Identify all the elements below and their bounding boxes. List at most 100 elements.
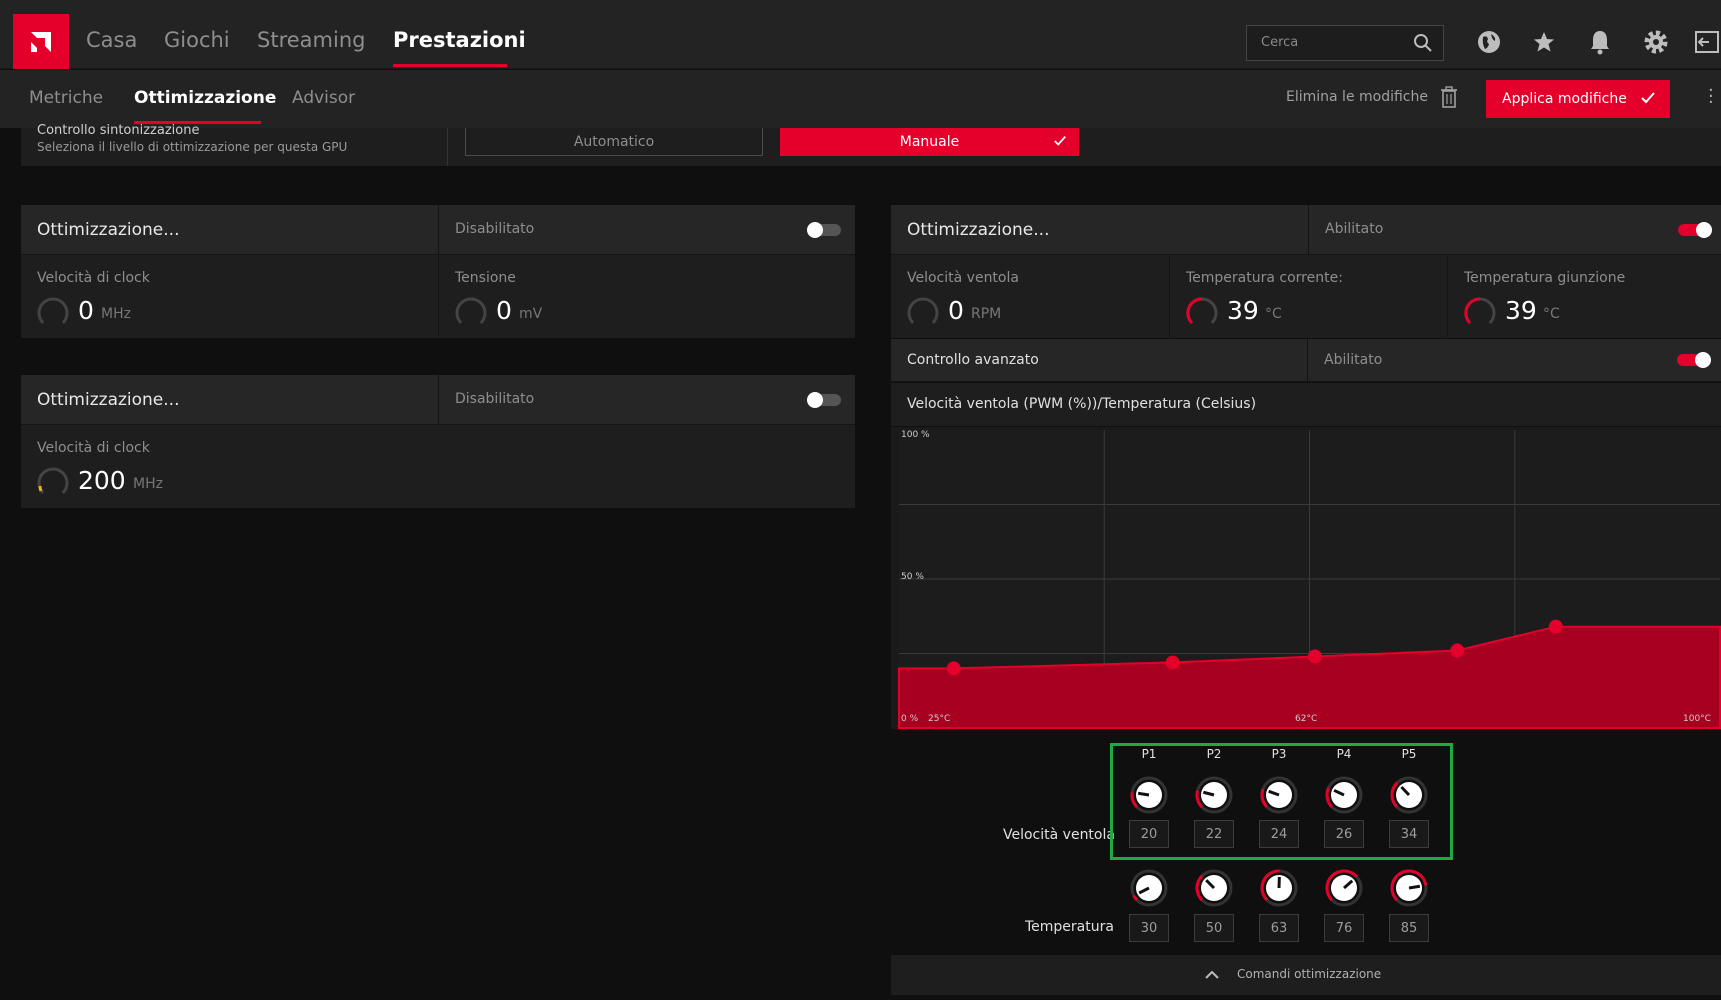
fan-speed-row-label: Velocità ventola [1003, 827, 1115, 843]
panel-title: Ottimizzazione... [907, 220, 1050, 240]
temperature-row-label: Temperatura [1025, 919, 1114, 935]
fan-speed-cell: Velocità ventola 0 RPM [891, 256, 1169, 337]
apply-changes-label: Applica modifiche [1502, 91, 1627, 107]
junction-temp-unit: °C [1543, 306, 1560, 322]
amd-logo-icon[interactable] [13, 14, 69, 69]
junction-temp-label: Temperatura giunzione [1464, 270, 1626, 286]
memory-tuning-toggle[interactable] [807, 392, 841, 408]
exit-icon[interactable] [1695, 29, 1721, 55]
temperature-value-p3[interactable]: 63 [1259, 914, 1299, 942]
automatic-button[interactable]: Automatico [465, 128, 763, 156]
panel-title: Ottimizzazione... [37, 390, 180, 410]
panel-header: Ottimizzazione... [21, 375, 438, 425]
trash-icon[interactable] [1440, 86, 1458, 112]
clock-speed-label: Velocità di clock [37, 270, 150, 286]
memory-clock-unit: MHz [133, 476, 163, 492]
junction-temp-gauge-icon [1464, 297, 1496, 329]
tab-advisor[interactable]: Advisor [292, 88, 355, 108]
advanced-control-row: Controllo avanzato Abilitato [891, 339, 1721, 382]
panel-title: Ottimizzazione... [37, 220, 180, 240]
panel-status: Disabilitato [438, 205, 855, 255]
status-label: Disabilitato [455, 221, 535, 237]
temperature-value-p4[interactable]: 76 [1324, 914, 1364, 942]
star-icon[interactable] [1531, 29, 1557, 55]
temperature-value-p1[interactable]: 30 [1129, 914, 1169, 942]
check-icon [1053, 134, 1067, 152]
temperature-knob-p1[interactable] [1129, 868, 1169, 908]
advanced-control-toggle[interactable] [1677, 352, 1711, 368]
manual-button[interactable]: Manuale [780, 128, 1079, 156]
temperature-value-p5[interactable]: 85 [1389, 914, 1429, 942]
panel-status: Abilitato [1308, 205, 1721, 255]
tuning-controls-footer[interactable]: Comandi ottimizzazione [891, 955, 1721, 995]
nav-casa[interactable]: Casa [86, 28, 137, 52]
current-temp-value: 39 [1227, 296, 1259, 325]
panel-header: Ottimizzazione... [21, 205, 438, 255]
bell-icon[interactable] [1587, 29, 1613, 55]
y-tick-100: 100 % [901, 430, 930, 440]
curve-point-p3[interactable] [1307, 649, 1322, 664]
nav-prestazioni[interactable]: Prestazioni [393, 28, 526, 52]
curve-point-p1[interactable] [946, 661, 961, 676]
search-icon[interactable] [1413, 33, 1433, 57]
fan-curve-svg[interactable] [891, 427, 1721, 729]
sub-nav-bar: Metriche Ottimizzazione Advisor Elimina … [0, 70, 1721, 128]
gear-icon[interactable] [1643, 29, 1669, 55]
fan-curve-header: Velocità ventola (PWM (%))/Temperatura (… [891, 383, 1721, 426]
voltage-cell: Tensione 0 mV [438, 256, 855, 337]
x-tick-62: 62°C [1295, 714, 1318, 724]
memory-tuning-panel: Ottimizzazione... Disabilitato Velocità … [21, 375, 855, 508]
junction-temp-cell: Temperatura giunzione 39 °C [1447, 256, 1721, 337]
gpu-tuning-panel: Ottimizzazione... Disabilitato Velocità … [21, 205, 855, 338]
curve-point-p4[interactable] [1450, 643, 1465, 658]
panel-status: Disabilitato [438, 375, 855, 425]
apply-changes-button[interactable]: Applica modifiche [1486, 80, 1670, 118]
temperature-value-p2[interactable]: 50 [1194, 914, 1234, 942]
status-label: Abilitato [1325, 221, 1384, 237]
curve-point-p2[interactable] [1165, 655, 1180, 670]
status-label: Disabilitato [455, 391, 535, 407]
chevron-up-icon[interactable] [1204, 966, 1220, 985]
check-icon [1640, 90, 1656, 110]
tuning-control-row: Controllo sintonizzazione Seleziona il l… [21, 123, 1721, 166]
memory-clock-cell: Velocità di clock 200 MHz [21, 426, 855, 507]
advanced-control-label: Controllo avanzato [907, 352, 1039, 368]
fan-tuning-panel: Ottimizzazione... Abilitato Velocità ven… [891, 205, 1721, 338]
globe-icon[interactable] [1476, 29, 1502, 55]
tab-ottimizzazione[interactable]: Ottimizzazione [134, 88, 276, 108]
tab-metriche[interactable]: Metriche [29, 88, 103, 108]
nav-streaming[interactable]: Streaming [257, 28, 365, 52]
temperature-knob-p4[interactable] [1324, 868, 1364, 908]
tuning-control-title: Controllo sintonizzazione [37, 123, 200, 138]
more-options-icon[interactable]: · · · [1708, 82, 1714, 112]
memory-clock-label: Velocità di clock [37, 440, 150, 456]
temperature-knob-p3[interactable] [1259, 868, 1299, 908]
search-box[interactable]: Cerca [1246, 25, 1444, 61]
temperature-knob-p5[interactable] [1389, 868, 1429, 908]
curve-point-p5[interactable] [1548, 619, 1563, 634]
fan-curve-chart[interactable]: 100 % 50 % 0 % 25°C 62°C 100°C [891, 427, 1721, 729]
temperature-knob-p2[interactable] [1194, 868, 1234, 908]
nav-giochi[interactable]: Giochi [164, 28, 230, 52]
junction-temp-value: 39 [1505, 296, 1537, 325]
gpu-tuning-toggle[interactable] [807, 222, 841, 238]
fan-curve-title: Velocità ventola (PWM (%))/Temperatura (… [907, 396, 1257, 412]
voltage-value: 0 [496, 296, 512, 325]
nav-active-indicator [393, 64, 507, 67]
memory-clock-gauge-icon [37, 467, 69, 499]
current-temp-label: Temperatura corrente: [1186, 270, 1343, 286]
tuning-control-subtitle: Seleziona il livello di ottimizzazione p… [37, 140, 348, 154]
x-tick-25: 25°C [928, 714, 951, 724]
current-temp-cell: Temperatura corrente: 39 °C [1169, 256, 1447, 337]
divider [1307, 339, 1308, 382]
voltage-label: Tensione [455, 270, 516, 286]
clock-speed-value: 0 [78, 296, 94, 325]
discard-changes-button[interactable]: Elimina le modifiche [1286, 89, 1428, 105]
panel-header: Ottimizzazione... [891, 205, 1308, 255]
fan-speed-unit: RPM [971, 306, 1002, 322]
fan-tuning-toggle[interactable] [1678, 222, 1712, 238]
y-tick-50: 50 % [901, 572, 924, 582]
tuning-controls-label: Comandi ottimizzazione [1237, 967, 1382, 981]
manual-label: Manuale [899, 134, 960, 150]
fan-speed-label: Velocità ventola [907, 270, 1019, 286]
